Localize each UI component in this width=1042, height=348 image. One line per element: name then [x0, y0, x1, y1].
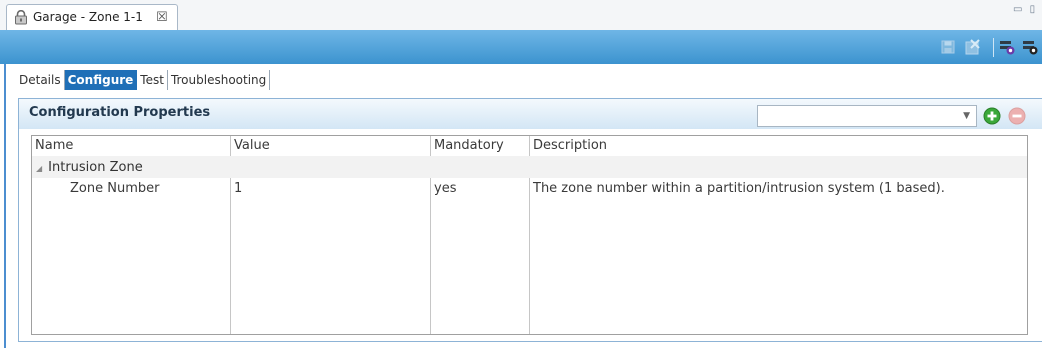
row-name: Zone Number [70, 181, 160, 196]
editor-tab-strip: Garage - Zone 1-1 ☒ ▭ ▯ [0, 0, 1042, 31]
tab-configure[interactable]: Configure [64, 70, 138, 90]
green-action-icon[interactable] [999, 39, 1015, 55]
frame-border [4, 64, 6, 348]
group-label: Intrusion Zone [48, 160, 143, 175]
remove-circle-icon [1008, 107, 1026, 125]
window-controls[interactable]: ▭ ▯ [1013, 4, 1037, 15]
configuration-panel: Configuration Properties ▼ Name Value Ma… [18, 98, 1042, 342]
header-name[interactable]: Name [35, 138, 73, 153]
toolbar [0, 30, 1042, 64]
add-circle-icon[interactable] [983, 107, 1001, 125]
table-header: Name Value Mandatory Description [32, 136, 1027, 157]
subtab-bar: Details Configure Test Troubleshooting [16, 70, 271, 90]
properties-table: Name Value Mandatory Description ◢ Intrus… [31, 135, 1028, 335]
toolbar-divider [993, 38, 994, 57]
chevron-down-icon[interactable]: ▼ [963, 111, 970, 121]
panel-title: Configuration Properties [29, 105, 211, 120]
tab-test[interactable]: Test [137, 70, 168, 90]
close-icon[interactable]: ☒ [156, 10, 168, 25]
editor-tab[interactable]: Garage - Zone 1-1 ☒ [6, 4, 178, 30]
collapse-triangle-icon[interactable]: ◢ [36, 164, 42, 173]
tab-troubleshooting[interactable]: Troubleshooting [168, 70, 271, 90]
lock-icon [14, 9, 28, 25]
panel-header: Configuration Properties ▼ [19, 99, 1042, 129]
dark-action-icon[interactable] [1022, 39, 1038, 55]
tab-details[interactable]: Details [16, 70, 65, 90]
header-description[interactable]: Description [533, 138, 607, 153]
delete-icon[interactable] [965, 39, 981, 55]
header-value[interactable]: Value [234, 138, 270, 153]
group-row-content: ◢ Intrusion Zone [36, 160, 143, 175]
property-selector[interactable]: ▼ [757, 105, 977, 127]
table-row[interactable]: Zone Number 1 yes The zone number within… [32, 178, 1027, 200]
editor-tab-title: Garage - Zone 1-1 [33, 10, 143, 24]
row-description: The zone number within a partition/intru… [533, 181, 945, 196]
row-mandatory: yes [434, 181, 457, 196]
save-icon[interactable] [940, 39, 956, 55]
header-mandatory[interactable]: Mandatory [434, 138, 504, 153]
row-value[interactable]: 1 [234, 181, 242, 196]
group-row[interactable]: ◢ Intrusion Zone [32, 156, 1027, 178]
